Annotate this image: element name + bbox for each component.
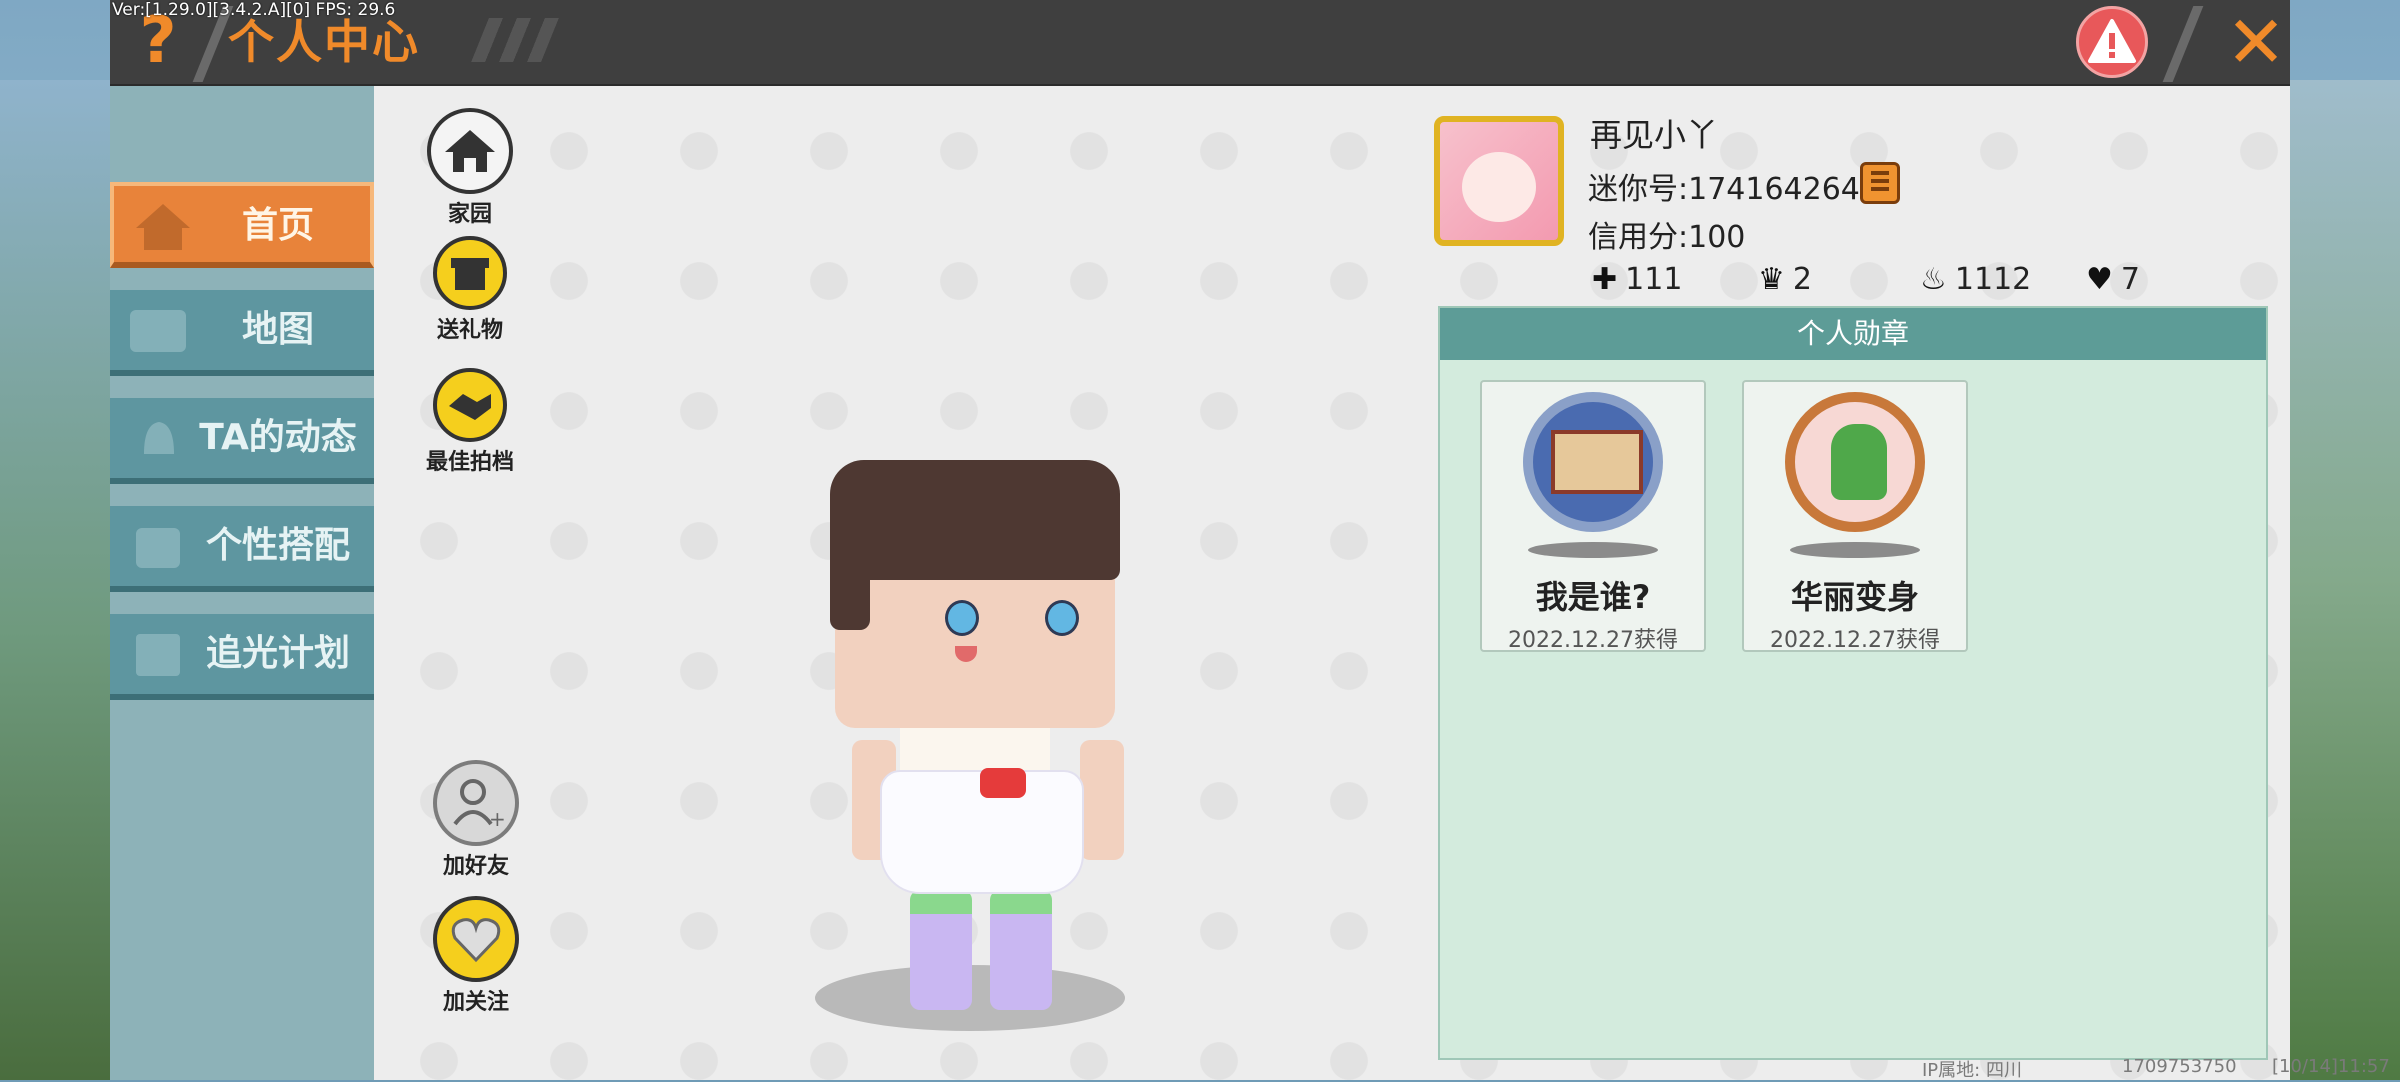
avatar-arm: [1080, 740, 1124, 860]
close-button[interactable]: ✕: [2220, 6, 2292, 78]
best-partner-label: 最佳拍档: [425, 450, 514, 475]
outfit-icon: [136, 528, 180, 568]
credit-score: 信用分:100: [1588, 220, 1746, 255]
copy-icon: [1871, 171, 1889, 191]
stat-value: 2: [1792, 262, 1812, 297]
nav-item-activity[interactable]: TA的动态: [110, 398, 374, 484]
plus-icon: ✚: [1592, 262, 1618, 297]
gift-button[interactable]: 送礼物: [420, 236, 520, 344]
nav-item-label: 地图: [241, 309, 314, 350]
medal-shadow: [1790, 542, 1920, 558]
avatar-bow: [980, 768, 1026, 798]
avatar-face: [1462, 152, 1536, 222]
report-button[interactable]: [2076, 6, 2148, 78]
medal-date: 2022.12.27获得: [1770, 628, 1940, 653]
house-icon: [427, 108, 513, 194]
bell-icon: [144, 422, 174, 454]
handshake-icon: [433, 368, 507, 442]
stat-value: 111: [1625, 262, 1683, 297]
add-friend-label: 加好友: [442, 854, 509, 879]
version-text: Ver:[1.29.0][3.4.2.A][0] FPS: 29.6: [112, 0, 396, 20]
profile-name: 再见小丫: [1590, 116, 1719, 154]
nav-item-label: 首页: [241, 205, 314, 246]
top-bar: ? 个人中心 ✕: [110, 0, 2290, 86]
avatar-eye: [945, 600, 979, 636]
medal-panel: 个人勋章 我是谁? 2022.12.27获得 华丽变身 2022.12.27获得: [1438, 306, 2268, 1060]
medal-letter-icon: [1523, 392, 1663, 532]
medal-date: 2022.12.27获得: [1508, 628, 1678, 653]
user-uid: 1709753750: [2122, 1056, 2237, 1077]
avatar-eye: [1045, 600, 1079, 636]
plan-icon: [136, 634, 180, 676]
svg-text:+: +: [489, 807, 506, 831]
profile-avatar[interactable]: [1434, 116, 1564, 246]
nav-item-label: TA的动态: [199, 417, 357, 458]
nav-item-plan[interactable]: 追光计划: [110, 614, 374, 700]
nav-item-label: 个性搭配: [205, 525, 350, 566]
mini-id: 迷你号:1741642641: [1588, 172, 1879, 207]
medal-dino-icon: [1785, 392, 1925, 532]
medal-name: 我是谁?: [1535, 578, 1651, 616]
ip-location: IP属地: 四川: [1922, 1060, 2022, 1081]
follow-label: 加关注: [442, 990, 509, 1015]
stat-popularity: ♨ 1112: [1920, 262, 2031, 297]
dino-shape: [1831, 424, 1887, 500]
avatar-leg: [990, 890, 1052, 1010]
home-label: 家园: [447, 202, 492, 227]
best-partner-button[interactable]: 最佳拍档: [420, 368, 520, 476]
medal-header: 个人勋章: [1440, 308, 2266, 360]
gift-label: 送礼物: [436, 318, 503, 343]
left-nav: 首页 地图 TA的动态 个性搭配 追光计划: [110, 86, 374, 1080]
stat-value: 7: [2120, 262, 2140, 297]
home-button[interactable]: 家园: [420, 108, 520, 228]
medal-shadow: [1528, 542, 1658, 558]
nav-item-label: 追光计划: [205, 633, 350, 674]
fire-icon: ♨: [1920, 262, 1947, 297]
background-right: [2290, 80, 2400, 1080]
nav-item-outfit[interactable]: 个性搭配: [110, 506, 374, 592]
follow-button[interactable]: 加关注: [426, 896, 526, 1016]
add-friend-button[interactable]: + 加好友: [426, 760, 526, 880]
heart-icon: ♥: [2086, 262, 2113, 297]
add-friend-icon: +: [433, 760, 519, 846]
stat-likes: ✚ 111: [1592, 262, 1682, 297]
stat-fans: ♛ 2: [1758, 262, 1812, 297]
map-icon: [130, 310, 186, 352]
letter-shape: [1551, 430, 1643, 494]
background-left: [0, 80, 110, 1080]
warning-icon: [2088, 19, 2136, 63]
avatar-hair: [830, 520, 870, 630]
home-tab-icon: [136, 204, 190, 250]
stat-hearts: ♥ 7: [2086, 262, 2140, 297]
gift-icon: [433, 236, 507, 310]
medal-card[interactable]: 华丽变身 2022.12.27获得: [1742, 380, 1968, 653]
nav-item-home[interactable]: 首页: [110, 182, 374, 268]
copy-id-button[interactable]: [1860, 162, 1900, 204]
title-decoration: [471, 18, 559, 62]
trophy-icon: ♛: [1758, 262, 1785, 297]
heart-outline-icon: [433, 896, 519, 982]
avatar-leg: [910, 890, 972, 1010]
medal-name: 华丽变身: [1790, 578, 1919, 616]
medal-card[interactable]: 我是谁? 2022.12.27获得: [1480, 380, 1706, 653]
nav-item-map[interactable]: 地图: [110, 290, 374, 376]
avatar-hair: [830, 460, 1120, 580]
timestamp: [10/14]11:57: [2272, 1056, 2390, 1077]
divider: [2162, 6, 2204, 82]
stat-value: 1112: [1954, 262, 2032, 297]
